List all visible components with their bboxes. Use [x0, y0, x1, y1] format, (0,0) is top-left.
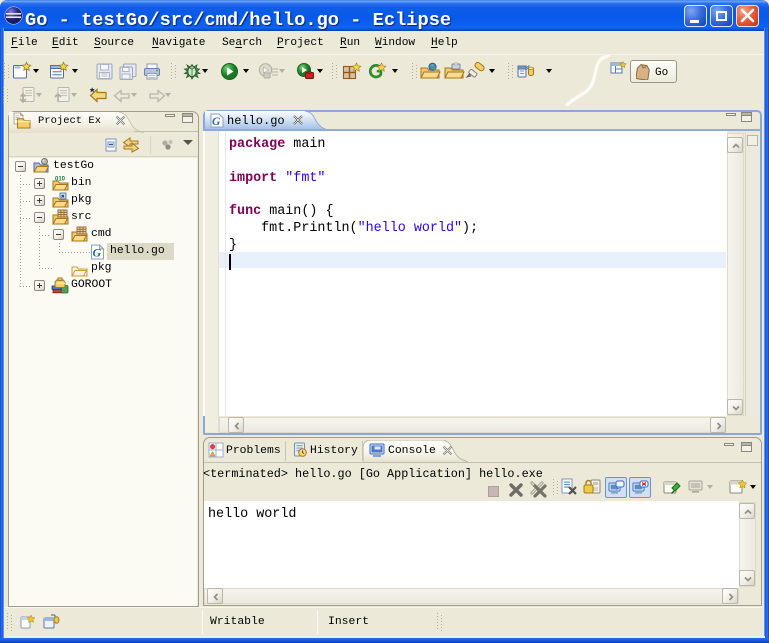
svg-text:G: G: [93, 246, 102, 260]
svg-text:010: 010: [55, 177, 66, 183]
svg-text:G: G: [212, 116, 221, 128]
